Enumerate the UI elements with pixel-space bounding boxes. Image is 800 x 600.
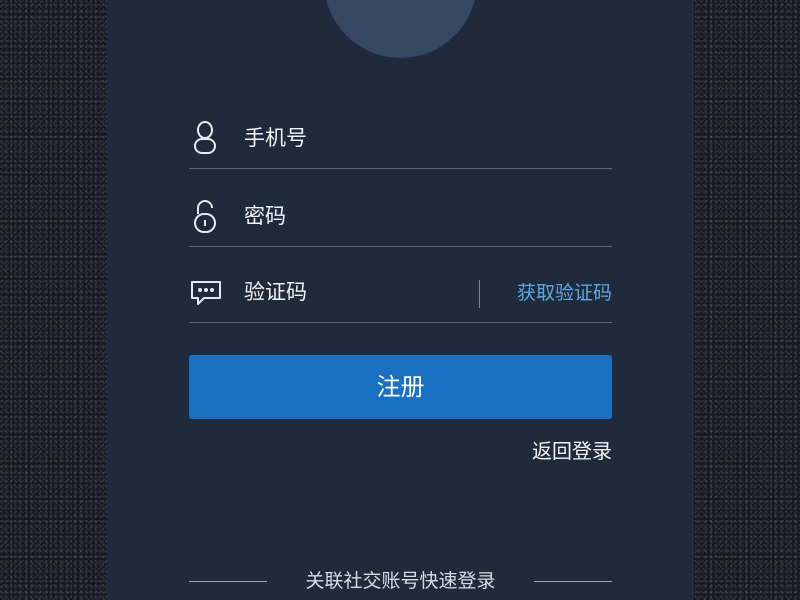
password-field-label: 密码: [244, 204, 286, 228]
social-divider-right: [534, 581, 612, 582]
password-field[interactable]: 密码: [189, 196, 612, 247]
social-login-label: 关联社交账号快速登录: [305, 570, 496, 592]
avatar: [324, 0, 477, 58]
back-to-login-link[interactable]: 返回登录: [532, 437, 612, 465]
lock-icon: [189, 198, 221, 234]
get-code-button[interactable]: 获取验证码: [517, 280, 612, 306]
phone-field[interactable]: 手机号: [189, 118, 612, 169]
code-field-label: 验证码: [244, 280, 307, 304]
verification-code-field[interactable]: 验证码 获取验证码: [189, 272, 612, 323]
phone-field-label: 手机号: [244, 126, 307, 150]
message-icon: [189, 274, 221, 310]
register-button[interactable]: 注册: [189, 355, 612, 419]
register-card: 手机号 密码 验证码 获取验证码 注册 返回登录 关联社交账号快速登录: [107, 0, 694, 600]
social-login-section: 关联社交账号快速登录: [189, 566, 612, 596]
user-icon: [189, 120, 221, 156]
code-divider: [479, 280, 480, 308]
social-divider-left: [189, 581, 267, 582]
